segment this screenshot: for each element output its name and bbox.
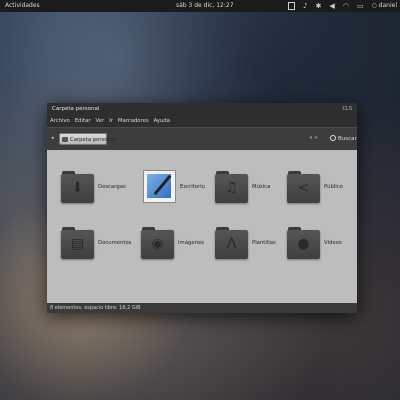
user-name: daniel — [378, 2, 397, 9]
home-folder-icon — [62, 137, 68, 142]
toolbar: ◂ Carpeta personal ◂▸ Buscar — [47, 127, 357, 150]
folder-item-videos[interactable]: ● Vídeos — [287, 226, 342, 259]
file-manager-window: Carpeta personal CLS Archivo Editar Ver … — [47, 103, 357, 313]
nav-arrows[interactable]: ◂▸ — [309, 134, 321, 141]
folder-item-plantillas[interactable]: Λ Plantillas — [215, 226, 276, 259]
clipboard-icon[interactable] — [288, 2, 296, 10]
menu-ver[interactable]: Ver — [96, 116, 105, 127]
back-arrow-icon[interactable]: ◂ — [51, 135, 54, 141]
folder-item-imagenes[interactable]: ◉ Imágenes — [141, 226, 204, 259]
folder-view: ⬇ Descargas Escritorio ♫ Música < Públic… — [47, 150, 357, 303]
battery-icon[interactable]: ▭ — [357, 0, 364, 12]
folder-label: Escritorio — [180, 183, 205, 190]
clock[interactable]: sáb 3 de dic, 12:27 — [176, 0, 234, 12]
folder-label: Música — [252, 183, 271, 190]
network-icon[interactable]: ◠ — [343, 0, 349, 12]
document-icon: ▤ — [61, 226, 94, 259]
search-button[interactable]: Buscar — [330, 133, 357, 145]
window-titlebar[interactable]: Carpeta personal CLS — [47, 103, 357, 116]
volume-icon[interactable]: ◀ — [329, 0, 334, 12]
film-icon: ● — [287, 226, 320, 259]
breadcrumb-label: Carpeta personal — [70, 137, 116, 143]
camera-icon: ◉ — [141, 226, 174, 259]
activities-button[interactable]: Actividades — [5, 0, 40, 12]
menu-bar: Archivo Editar Ver Ir Marcadores Ayuda — [47, 116, 357, 127]
menu-ayuda[interactable]: Ayuda — [154, 116, 170, 127]
system-tray: ♪ ✱ ◀ ◠ ▭ ○ daniel — [288, 0, 397, 12]
music-icon: ♫ — [215, 170, 248, 203]
folder-item-descargas[interactable]: ⬇ Descargas — [61, 170, 126, 203]
folder-item-musica[interactable]: ♫ Música — [215, 170, 270, 203]
folder-item-publico[interactable]: < Público — [287, 170, 343, 203]
menu-archivo[interactable]: Archivo — [50, 116, 70, 127]
folder-item-escritorio[interactable]: Escritorio — [143, 170, 205, 203]
menu-marcadores[interactable]: Marcadores — [118, 116, 149, 127]
folder-label: Plantillas — [252, 239, 276, 246]
music-note-icon[interactable]: ♪ — [303, 0, 307, 12]
window-title: Carpeta personal — [52, 106, 100, 112]
folder-label: Imágenes — [178, 239, 204, 246]
folder-label: Vídeos — [324, 239, 342, 246]
window-controls[interactable]: CLS — [343, 103, 352, 116]
user-menu[interactable]: ○ daniel — [372, 0, 397, 12]
search-label: Buscar — [338, 136, 357, 142]
compass-icon: Λ — [215, 226, 248, 259]
download-icon: ⬇ — [61, 170, 94, 203]
folder-item-documentos[interactable]: ▤ Documentos — [61, 226, 131, 259]
breadcrumb-home[interactable]: Carpeta personal — [59, 133, 116, 145]
status-bar: 8 elementos, espacio libre: 16,2 GiB — [47, 303, 357, 313]
folder-label: Descargas — [98, 183, 126, 190]
menu-ir[interactable]: Ir — [109, 116, 113, 127]
search-icon — [330, 135, 336, 141]
bluetooth-icon[interactable]: ✱ — [316, 0, 322, 12]
menu-editar[interactable]: Editar — [75, 116, 91, 127]
top-panel: Actividades sáb 3 de dic, 12:27 ♪ ✱ ◀ ◠ … — [0, 0, 400, 12]
folder-label: Documentos — [98, 239, 132, 246]
desktop-icon — [143, 170, 176, 203]
share-icon: < — [287, 170, 320, 203]
folder-label: Público — [324, 183, 343, 190]
